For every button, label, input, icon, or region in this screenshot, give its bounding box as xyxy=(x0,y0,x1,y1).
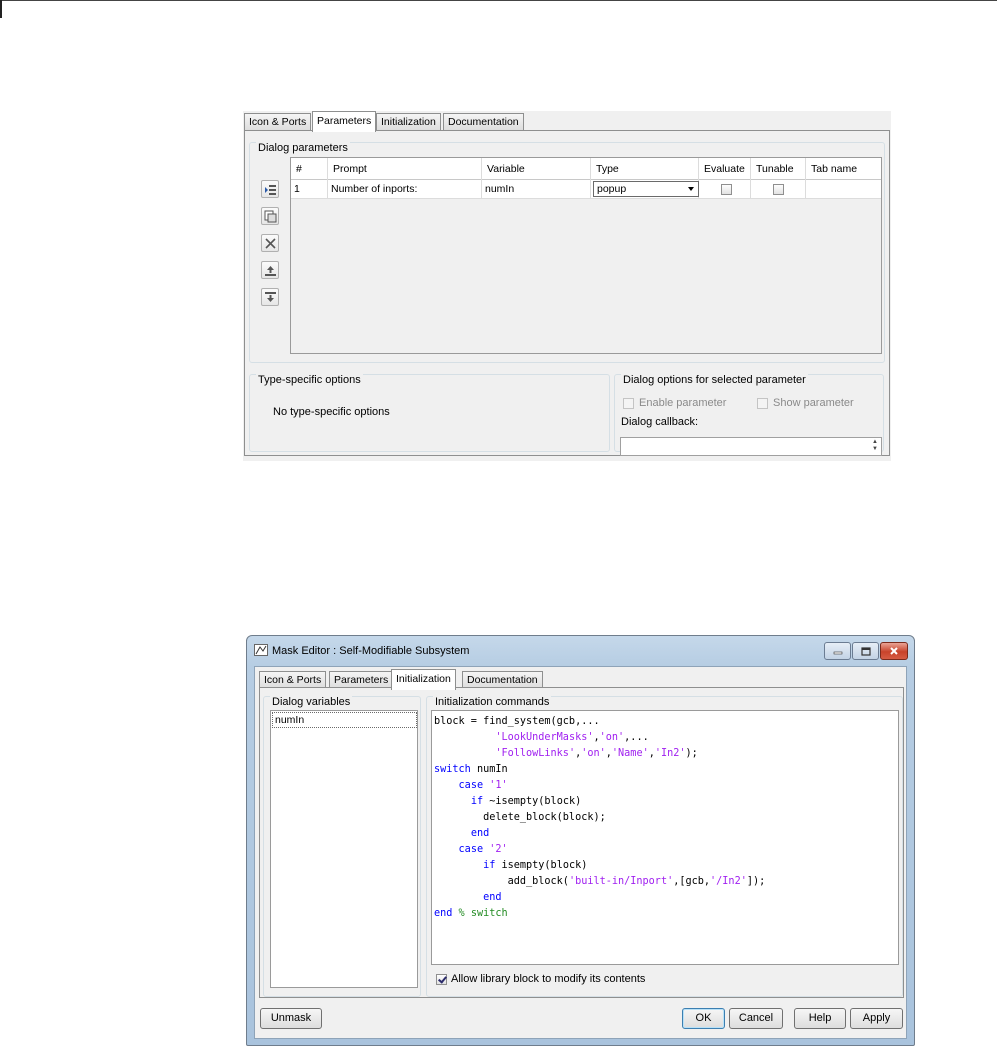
code-line-1: block = find_system(gcb,... xyxy=(434,716,600,727)
maximize-icon xyxy=(860,646,871,656)
page-top-rule xyxy=(0,0,997,1)
tab-initialization[interactable]: Initialization xyxy=(391,669,456,690)
code-line-13: end % switch xyxy=(434,908,508,919)
code-line-6: if ~isempty(block) xyxy=(470,796,582,807)
dialog-callback-label: Dialog callback: xyxy=(621,416,699,428)
initialization-tab-body: Dialog variables numIn Initialization co… xyxy=(259,687,904,998)
delete-parameter-button[interactable] xyxy=(261,234,279,252)
code-line-3: 'FollowLinks','on','Name','In2'); xyxy=(495,748,698,759)
dialog-callback-field[interactable]: ▲ ▼ xyxy=(620,437,882,456)
column-header-type[interactable]: Type xyxy=(591,158,699,180)
dialog-variables-list[interactable]: numIn xyxy=(270,710,418,988)
initialization-code-editor[interactable]: block = find_system(gcb,... 'LookUnderMa… xyxy=(431,710,899,965)
column-header-number[interactable]: # xyxy=(291,158,328,180)
cropped-edge xyxy=(243,457,891,461)
show-parameter-label: Show parameter xyxy=(773,397,854,409)
dialog-options-title: Dialog options for selected parameter xyxy=(621,374,808,386)
type-popup-select[interactable]: popup xyxy=(593,181,699,197)
column-header-prompt[interactable]: Prompt xyxy=(328,158,482,180)
move-down-icon xyxy=(264,291,276,302)
cell-prompt[interactable]: Number of inports: xyxy=(328,180,482,199)
show-parameter-checkbox[interactable] xyxy=(757,398,768,409)
unmask-button[interactable]: Unmask xyxy=(260,1008,322,1029)
cell-number[interactable]: 1 xyxy=(291,180,328,199)
code-line-9: case '2' xyxy=(458,844,508,855)
move-up-button[interactable] xyxy=(261,261,279,279)
evaluate-checkbox[interactable] xyxy=(721,184,732,195)
allow-modify-label: Allow library block to modify its conten… xyxy=(451,973,646,985)
tunable-checkbox[interactable] xyxy=(773,184,784,195)
close-button[interactable] xyxy=(880,642,908,660)
maximize-button[interactable] xyxy=(852,642,879,660)
type-specific-options-group: Type-specific options No type-specific o… xyxy=(249,374,610,452)
column-header-tunable[interactable]: Tunable xyxy=(751,158,806,180)
copy-parameter-button[interactable] xyxy=(261,207,279,225)
code-line-8: end xyxy=(470,828,490,839)
title-bar[interactable]: Mask Editor : Self-Modifiable Subsystem xyxy=(247,636,914,666)
cell-variable[interactable]: numIn xyxy=(482,180,591,199)
type-popup-value: popup xyxy=(597,183,627,195)
add-parameter-button[interactable] xyxy=(261,180,279,198)
help-button[interactable]: Help xyxy=(794,1008,846,1029)
column-header-evaluate[interactable]: Evaluate xyxy=(699,158,751,180)
move-down-button[interactable] xyxy=(261,288,279,306)
spinner-icon[interactable]: ▲ ▼ xyxy=(870,439,880,454)
window-client-area: Icon & Ports Parameters Initialization D… xyxy=(254,666,907,1039)
code-line-11: add_block('built-in/Inport',[gcb,'/In2']… xyxy=(434,876,766,887)
add-parameter-icon xyxy=(264,184,276,195)
enable-parameter-checkbox[interactable] xyxy=(623,398,634,409)
allow-modify-checkbox[interactable] xyxy=(436,974,447,985)
cell-tab-name[interactable] xyxy=(806,180,881,199)
table-row[interactable]: 1 Number of inports: numIn popup xyxy=(291,180,881,199)
tab-parameters[interactable]: Parameters xyxy=(312,111,377,132)
code-line-2: 'LookUnderMasks','on',... xyxy=(495,732,649,743)
parameters-tab-body: Dialog parameters # Prompt Variable Type… xyxy=(244,130,890,456)
initialization-commands-title: Initialization commands xyxy=(433,696,552,708)
no-type-specific-options-text: No type-specific options xyxy=(273,406,390,418)
close-icon xyxy=(890,647,898,655)
copy-parameter-icon xyxy=(264,210,276,222)
code-line-12: end xyxy=(483,892,502,903)
delete-parameter-icon xyxy=(264,237,276,249)
window-title: Mask Editor : Self-Modifiable Subsystem xyxy=(272,645,470,657)
code-line-5: case '1' xyxy=(458,780,508,791)
minimize-button[interactable] xyxy=(824,642,851,660)
code-line-10: if isempty(block) xyxy=(483,860,588,871)
type-specific-options-title: Type-specific options xyxy=(256,374,363,386)
dialog-variables-title: Dialog variables xyxy=(270,696,353,708)
tab-initialization[interactable]: Initialization xyxy=(376,113,441,131)
tab-documentation[interactable]: Documentation xyxy=(443,113,524,131)
parameters-table: # Prompt Variable Type Evaluate Tunable … xyxy=(290,157,882,354)
move-up-icon xyxy=(264,265,276,276)
dialog-parameters-title: Dialog parameters xyxy=(256,142,350,154)
ok-button[interactable]: OK xyxy=(682,1008,725,1029)
dropdown-arrow-icon xyxy=(688,187,694,191)
table-header: # Prompt Variable Type Evaluate Tunable … xyxy=(291,158,881,180)
column-header-tab-name[interactable]: Tab name xyxy=(806,158,881,180)
minimize-icon xyxy=(833,651,842,655)
mask-editor-window: Mask Editor : Self-Modifiable Subsystem … xyxy=(246,635,915,1046)
list-item[interactable]: numIn xyxy=(272,712,417,728)
mask-editor-app-icon xyxy=(254,644,268,656)
page-left-mark xyxy=(0,0,2,18)
enable-parameter-label: Enable parameter xyxy=(639,397,727,409)
apply-button[interactable]: Apply xyxy=(850,1008,903,1029)
dialog-parameters-group: Dialog parameters # Prompt Variable Type… xyxy=(249,142,885,363)
tab-icon-ports[interactable]: Icon & Ports xyxy=(244,113,312,131)
column-header-variable[interactable]: Variable xyxy=(482,158,591,180)
cancel-button[interactable]: Cancel xyxy=(729,1008,783,1029)
parameters-tab-screenshot: Icon & Ports Parameters Initialization D… xyxy=(243,111,891,461)
code-line-7: delete_block(block); xyxy=(434,812,606,823)
code-line-4: switch numIn xyxy=(434,764,508,775)
